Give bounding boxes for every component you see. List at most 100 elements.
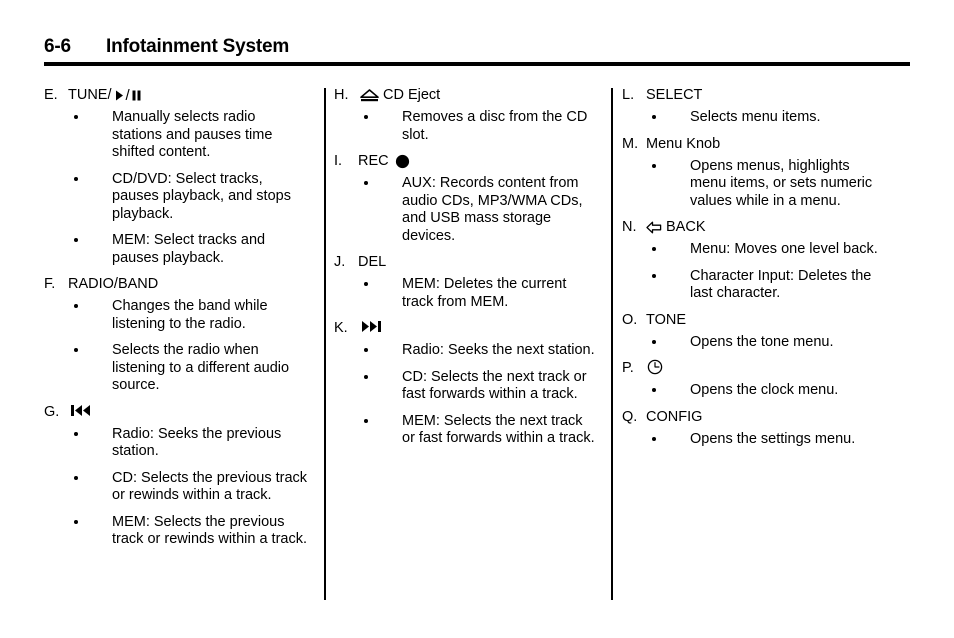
entry-label <box>646 359 663 375</box>
entry-bullet-list: AUX: Records content from audio CDs, MP3… <box>334 175 598 245</box>
entry-heading: F. RADIO/BAND <box>44 275 308 294</box>
entry-bullet-list: Opens menus, highlights menu items, or s… <box>622 158 886 211</box>
entry-bullet-list: MEM: Deletes the current track from MEM. <box>334 276 598 311</box>
entry-label: Menu Knob <box>646 135 720 154</box>
entry-bullet-list: Manually selects radio stations and paus… <box>44 109 308 267</box>
entry-label: CONFIG <box>646 408 702 427</box>
entry-letter: I. <box>334 153 343 169</box>
entry-bullet-list: Menu: Moves one level back. Character Inp… <box>622 241 886 303</box>
slash-separator: / <box>125 87 130 104</box>
entry-letter: K. <box>334 320 348 336</box>
entry-heading: O. TONE <box>622 311 886 330</box>
entry-letter: Q. <box>622 408 638 425</box>
eject-icon <box>360 88 379 103</box>
column-divider-2 <box>611 88 613 600</box>
manual-entry: G. Radio: Seeks the previous station. CD: … <box>44 403 308 549</box>
entry-label: SELECT <box>646 86 702 105</box>
bullet-item: Opens the clock menu. <box>622 382 886 400</box>
entry-heading: L. SELECT <box>622 86 886 105</box>
pause-icon <box>132 89 141 102</box>
manual-entry: E. TUNE/ / Manually selects radio stations … <box>44 86 308 267</box>
column-3: L. SELECT Selects menu items. M. Menu Knob Op… <box>622 86 886 602</box>
entry-heading: I. REC <box>334 152 598 171</box>
bullet-dot-icon <box>74 304 78 308</box>
bullet-item: CD: Selects the next track or fast forwa… <box>334 369 598 404</box>
bullet-dot-icon <box>652 247 656 251</box>
bullet-text: Character Input: Deletes the last charac… <box>690 267 872 302</box>
bullet-item: Removes a disc from the CD slot. <box>334 109 598 144</box>
entry-label: CD Eject <box>358 86 440 105</box>
bullet-dot-icon <box>74 519 78 524</box>
bullet-dot-icon <box>652 436 656 441</box>
entry-bullet-list: Selects menu items. <box>622 109 886 127</box>
column-divider-1 <box>324 88 326 600</box>
bullet-item: Opens the tone menu. <box>622 334 886 352</box>
entry-heading: J. DEL <box>334 253 598 272</box>
bullet-item: CD/DVD: Select tracks, pauses playback, … <box>44 171 308 224</box>
bullet-dot-icon <box>652 339 656 344</box>
bullet-dot-icon <box>74 431 78 436</box>
entry-bullet-list: Opens the clock menu. <box>622 382 886 400</box>
page-number: 6-6 <box>44 36 71 57</box>
bullet-item: Manually selects radio stations and paus… <box>44 109 308 162</box>
entry-label <box>358 319 382 334</box>
entry-bullet-list: Opens the tone menu. <box>622 334 886 352</box>
entry-heading: G. <box>44 403 308 422</box>
bullet-item: MEM: Selects the previous track or rewin… <box>44 514 308 549</box>
entry-label-text: REC <box>358 153 389 169</box>
entry-letter: J. <box>334 254 346 270</box>
bullet-dot-icon <box>652 163 656 168</box>
bullet-item: Character Input: Deletes the last charac… <box>622 268 886 303</box>
entry-label: RADIO/BAND <box>68 275 158 294</box>
bullet-text: Manually selects radio stations and paus… <box>112 109 273 160</box>
entry-bullet-list: Radio: Seeks the previous station. CD: Se… <box>44 426 308 549</box>
bullet-dot-icon <box>364 418 368 423</box>
bullet-dot-icon <box>74 348 78 352</box>
bullet-text: MEM: Select tracks and pauses playback. <box>112 232 266 266</box>
bullet-text: MEM: Selects the previous track or rewin… <box>112 513 308 548</box>
entry-letter: H. <box>334 87 349 103</box>
entry-heading: M. Menu Knob <box>622 135 886 154</box>
entry-heading: K. <box>334 319 598 338</box>
skip-back-icon <box>70 403 92 418</box>
bullet-item: AUX: Records content from audio CDs, MP3… <box>334 175 598 245</box>
entry-label-text: CONFIG <box>646 408 703 425</box>
bullet-text: Changes the band while listening to the … <box>112 298 268 332</box>
entry-label-text: BACK <box>666 219 706 235</box>
bullet-item: Radio: Seeks the previous station. <box>44 426 308 461</box>
bullet-dot-icon <box>364 181 368 185</box>
entry-letter: M. <box>622 135 639 152</box>
clock-icon <box>647 359 663 375</box>
manual-entry: O. TONE Opens the tone menu. <box>622 311 886 352</box>
bullet-text: Opens menus, highlights menu items, or s… <box>690 157 873 209</box>
manual-entry: L. SELECT Selects menu items. <box>622 86 886 127</box>
bullet-text: Opens the tone menu. <box>690 333 834 350</box>
bullet-item: Menu: Moves one level back. <box>622 241 886 259</box>
bullet-item: Selects menu items. <box>622 109 886 127</box>
content-columns: E. TUNE/ / Manually selects radio stations … <box>44 86 914 602</box>
entry-label-text: TUNE/ <box>68 87 112 103</box>
entry-letter: P. <box>622 360 634 376</box>
entry-heading: E. TUNE/ / <box>44 86 308 105</box>
bullet-dot-icon <box>364 374 368 379</box>
column-1: E. TUNE/ / Manually selects radio stations … <box>44 86 308 602</box>
back-arrow-icon <box>646 220 662 235</box>
bullet-text: CD: Selects the previous track or rewind… <box>112 469 308 504</box>
entry-label-text: SELECT <box>646 87 703 103</box>
bullet-item: CD: Selects the previous track or rewind… <box>44 470 308 505</box>
bullet-text: CD/DVD: Select tracks, pauses playback, … <box>112 170 291 222</box>
entry-letter: E. <box>44 87 58 103</box>
entry-heading: P. <box>622 359 886 378</box>
bullet-item: Opens the settings menu. <box>622 431 886 449</box>
bullet-dot-icon <box>74 475 78 480</box>
page-title: Infotainment System <box>106 36 290 57</box>
bullet-item: MEM: Select tracks and pauses playback. <box>44 232 308 267</box>
bullet-dot-icon <box>74 176 78 181</box>
header-rule-divider <box>44 62 910 66</box>
bullet-text: Menu: Moves one level back. <box>690 241 878 257</box>
bullet-dot-icon <box>652 273 656 278</box>
entry-label: REC <box>358 152 410 171</box>
skip-forward-icon <box>360 319 382 334</box>
bullet-dot-icon <box>364 115 368 119</box>
entry-label-text: RADIO/BAND <box>68 276 159 292</box>
